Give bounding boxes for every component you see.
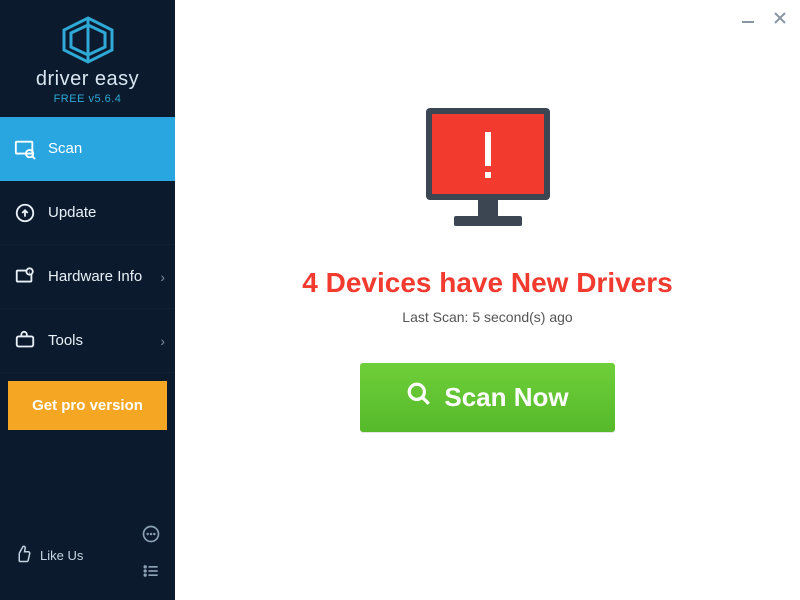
headline: 4 Devices have New Drivers — [302, 267, 672, 299]
sidebar-item-label: Scan — [48, 140, 82, 157]
scan-now-label: Scan Now — [444, 382, 568, 413]
logo-icon — [0, 16, 175, 64]
nav: Scan Update i Hardware — [0, 117, 175, 373]
update-icon — [14, 202, 36, 224]
hardware-info-icon: i — [14, 266, 36, 288]
last-scan-label: Last Scan: 5 second(s) ago — [402, 309, 572, 325]
minimize-button[interactable] — [740, 10, 756, 31]
feedback-icon[interactable] — [141, 524, 161, 549]
sidebar-item-label: Hardware Info — [48, 268, 142, 285]
sidebar-item-hardware-info[interactable]: i Hardware Info › — [0, 245, 175, 309]
sidebar-item-scan[interactable]: Scan — [0, 117, 175, 181]
chevron-right-icon: › — [160, 269, 165, 285]
logo-area: driver easy FREE v5.6.4 — [0, 0, 175, 117]
get-pro-button[interactable]: Get pro version — [8, 381, 167, 430]
sidebar-item-tools[interactable]: Tools › — [0, 309, 175, 373]
version-label: FREE v5.6.4 — [0, 93, 175, 105]
sidebar: driver easy FREE v5.6.4 Scan — [0, 0, 175, 600]
menu-icon[interactable] — [141, 561, 161, 586]
scan-icon — [14, 138, 36, 160]
main-panel: 4 Devices have New Drivers Last Scan: 5 … — [175, 0, 800, 600]
sidebar-item-label: Tools — [48, 332, 83, 349]
chevron-right-icon: › — [160, 333, 165, 349]
sidebar-bottom: Like Us — [0, 514, 175, 600]
window-controls — [740, 10, 788, 31]
sidebar-item-label: Update — [48, 204, 96, 221]
scan-now-button[interactable]: Scan Now — [360, 363, 614, 432]
search-icon — [406, 381, 432, 414]
close-button[interactable] — [772, 10, 788, 31]
like-us-button[interactable]: Like Us — [14, 545, 83, 566]
like-us-label: Like Us — [40, 548, 83, 563]
alert-monitor-icon — [408, 100, 568, 245]
sidebar-item-update[interactable]: Update — [0, 181, 175, 245]
brand-name: driver easy — [0, 68, 175, 91]
thumbs-up-icon — [14, 545, 32, 566]
svg-text:i: i — [29, 269, 30, 274]
tools-icon — [14, 330, 36, 352]
